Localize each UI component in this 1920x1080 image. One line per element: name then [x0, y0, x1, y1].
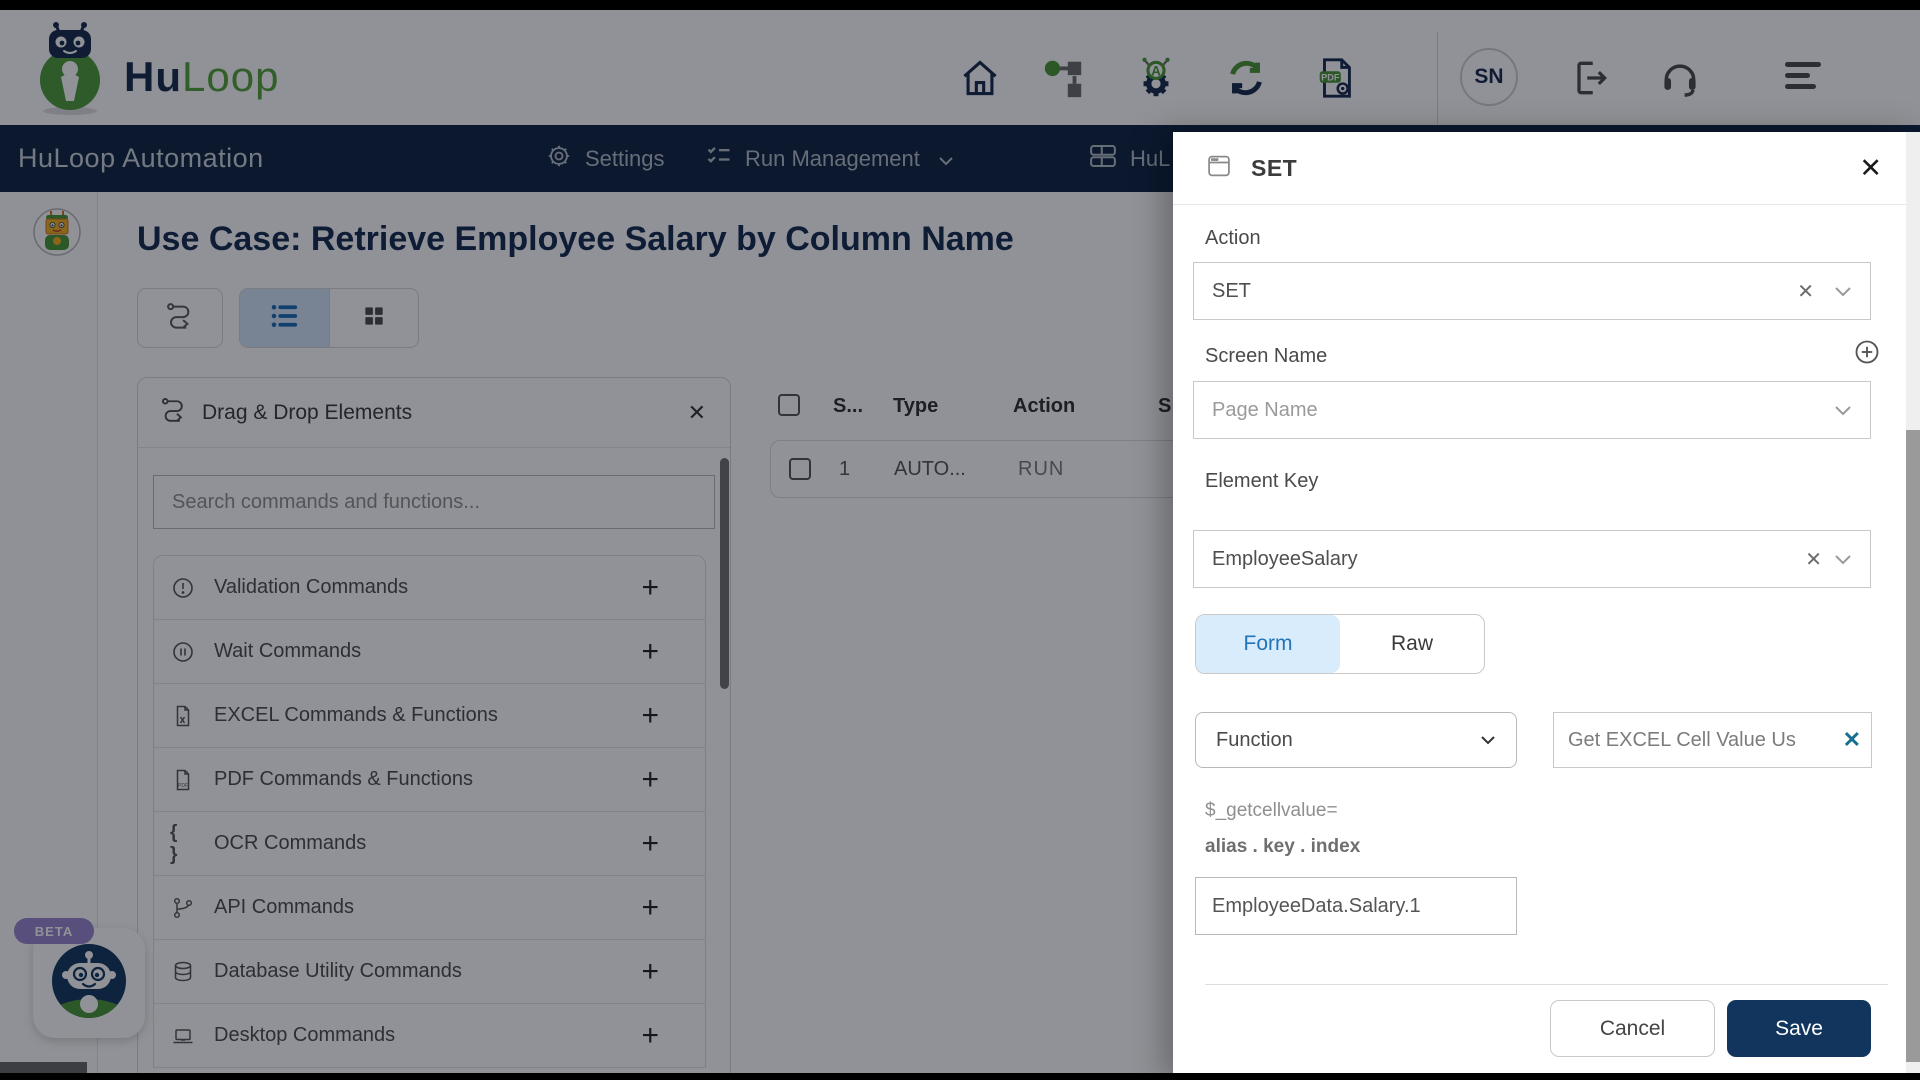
formula-prefix-text: $_getcellvalue=	[1205, 800, 1338, 822]
action-select-value: SET	[1212, 280, 1251, 303]
screen-name-label: Screen Name	[1205, 345, 1327, 368]
close-icon[interactable]: ✕	[1859, 153, 1882, 184]
cancel-button[interactable]: Cancel	[1550, 1000, 1715, 1057]
clear-icon[interactable]: ✕	[1805, 547, 1822, 572]
action-select[interactable]: SET ✕	[1193, 262, 1871, 320]
footer-divider	[1205, 984, 1888, 985]
chevron-down-icon[interactable]	[1834, 554, 1852, 565]
window-icon	[1205, 152, 1233, 185]
set-drawer: SET ✕ Action SET ✕ Screen Name Page Name…	[1173, 132, 1920, 1080]
function-value-input[interactable]	[1554, 713, 1871, 767]
value-mode-tabs: Form Raw	[1195, 614, 1485, 674]
element-key-select[interactable]: EmployeeSalary ✕	[1193, 530, 1871, 588]
element-key-value: EmployeeSalary	[1212, 548, 1358, 571]
clear-icon[interactable]: ✕	[1843, 727, 1861, 753]
tab-form[interactable]: Form	[1196, 615, 1340, 673]
page-scrollbar[interactable]	[1906, 132, 1920, 1080]
bottom-black-strip	[0, 1073, 1920, 1080]
clear-icon[interactable]: ✕	[1797, 279, 1814, 304]
app-screen: HuLoop A	[0, 0, 1920, 1080]
formula-value-field	[1195, 877, 1517, 935]
page-scrollbar-thumb[interactable]	[1906, 430, 1920, 1062]
formula-value-input[interactable]	[1196, 878, 1516, 934]
screen-name-select[interactable]: Page Name	[1193, 381, 1871, 439]
set-drawer-header: SET ✕	[1173, 132, 1920, 205]
element-key-label: Element Key	[1205, 470, 1318, 493]
function-value-field: ✕	[1553, 712, 1872, 768]
screen-name-placeholder: Page Name	[1212, 399, 1318, 422]
chevron-down-icon[interactable]	[1834, 405, 1852, 416]
chevron-down-icon	[1480, 735, 1496, 745]
save-button[interactable]: Save	[1727, 1000, 1871, 1057]
tab-raw[interactable]: Raw	[1340, 615, 1484, 673]
value-type-select[interactable]: Function	[1195, 712, 1517, 768]
set-drawer-title: SET	[1251, 155, 1297, 182]
top-black-strip	[0, 0, 1920, 10]
value-type-value: Function	[1216, 729, 1293, 752]
add-screen-icon[interactable]	[1853, 338, 1881, 371]
chevron-down-icon[interactable]	[1834, 286, 1852, 297]
formula-hint-text: alias . key . index	[1205, 836, 1360, 858]
action-label: Action	[1205, 227, 1261, 250]
